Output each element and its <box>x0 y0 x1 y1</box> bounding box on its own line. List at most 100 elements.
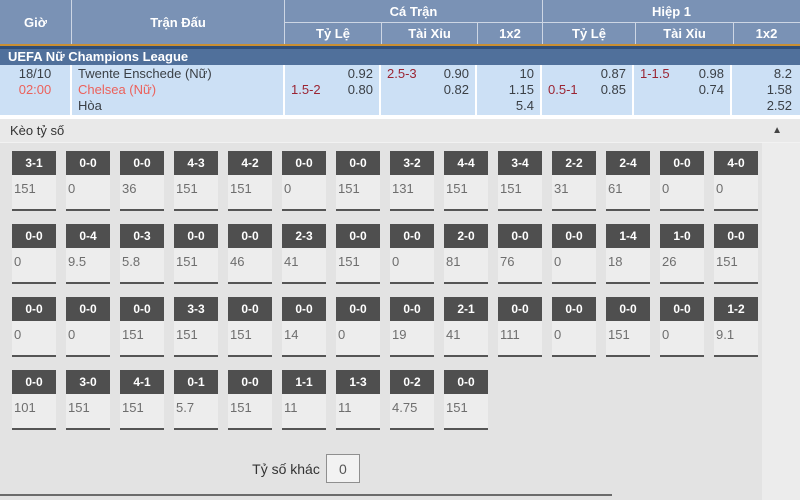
score-cell[interactable]: 3-2131 <box>390 151 434 211</box>
score-box[interactable]: 1-0 <box>660 224 704 248</box>
score-box[interactable]: 0-0 <box>12 370 56 394</box>
score-cell[interactable]: 0-076 <box>498 224 542 284</box>
score-box[interactable]: 0-0 <box>228 224 272 248</box>
score-box[interactable]: 2-2 <box>552 151 596 175</box>
score-box[interactable]: 0-0 <box>228 370 272 394</box>
score-cell[interactable]: 0-00 <box>552 297 596 357</box>
score-cell[interactable]: 4-3151 <box>174 151 218 211</box>
score-cell[interactable]: 4-00 <box>714 151 758 211</box>
score-cell[interactable]: 0-00 <box>12 224 56 284</box>
h1-handicap-home-odd[interactable]: 0.87 <box>601 66 626 82</box>
score-box[interactable]: 0-0 <box>120 151 164 175</box>
score-box[interactable]: 3-4 <box>498 151 542 175</box>
score-box[interactable]: 0-0 <box>66 297 110 321</box>
score-box[interactable]: 0-0 <box>228 297 272 321</box>
ft-1x2-home-odd[interactable]: 10 <box>520 66 534 82</box>
score-box[interactable]: 0-0 <box>660 297 704 321</box>
score-box[interactable]: 0-2 <box>390 370 434 394</box>
score-box[interactable]: 0-0 <box>66 151 110 175</box>
score-cell[interactable]: 2-141 <box>444 297 488 357</box>
score-cell[interactable]: 4-2151 <box>228 151 272 211</box>
score-box[interactable]: 0-0 <box>390 224 434 248</box>
score-box[interactable]: 0-3 <box>120 224 164 248</box>
score-cell[interactable]: 3-1151 <box>12 151 56 211</box>
score-cell[interactable]: 2-461 <box>606 151 650 211</box>
score-cell[interactable]: 0-0151 <box>228 370 272 430</box>
score-box[interactable]: 1-2 <box>714 297 758 321</box>
score-box[interactable]: 3-0 <box>66 370 110 394</box>
score-box[interactable]: 0-0 <box>336 224 380 248</box>
score-box[interactable]: 2-1 <box>444 297 488 321</box>
score-cell[interactable]: 3-0151 <box>66 370 110 430</box>
score-cell[interactable]: 4-1151 <box>120 370 164 430</box>
score-cell[interactable]: 0-0151 <box>228 297 272 357</box>
ft-handicap-home-odd[interactable]: 0.92 <box>348 66 373 82</box>
score-cell[interactable]: 0-019 <box>390 297 434 357</box>
score-box[interactable]: 0-0 <box>498 224 542 248</box>
score-cell[interactable]: 0-0151 <box>336 224 380 284</box>
score-box[interactable]: 0-0 <box>174 224 218 248</box>
score-cell[interactable]: 0-014 <box>282 297 326 357</box>
score-box[interactable]: 0-0 <box>336 151 380 175</box>
score-box[interactable]: 0-0 <box>552 224 596 248</box>
score-cell[interactable]: 0-0111 <box>498 297 542 357</box>
score-box[interactable]: 0-0 <box>12 224 56 248</box>
h1-under-odd[interactable]: 0.74 <box>699 82 724 98</box>
score-box[interactable]: 0-0 <box>282 297 326 321</box>
score-cell[interactable]: 2-231 <box>552 151 596 211</box>
score-box[interactable]: 4-3 <box>174 151 218 175</box>
score-cell[interactable]: 0-00 <box>552 224 596 284</box>
score-box[interactable]: 4-1 <box>120 370 164 394</box>
score-box[interactable]: 4-0 <box>714 151 758 175</box>
score-cell[interactable]: 0-24.75 <box>390 370 434 430</box>
score-box[interactable]: 4-4 <box>444 151 488 175</box>
score-cell[interactable]: 3-3151 <box>174 297 218 357</box>
score-cell[interactable]: 0-00 <box>282 151 326 211</box>
other-score-box[interactable]: 0 <box>326 454 360 483</box>
score-cell[interactable]: 2-341 <box>282 224 326 284</box>
score-cell[interactable]: 0-0151 <box>606 297 650 357</box>
score-box[interactable]: 0-0 <box>498 297 542 321</box>
score-cell[interactable]: 0-036 <box>120 151 164 211</box>
score-box[interactable]: 2-4 <box>606 151 650 175</box>
score-cell[interactable]: 1-026 <box>660 224 704 284</box>
score-cell[interactable]: 2-081 <box>444 224 488 284</box>
score-box[interactable]: 1-4 <box>606 224 650 248</box>
score-cell[interactable]: 0-15.7 <box>174 370 218 430</box>
score-cell[interactable]: 0-046 <box>228 224 272 284</box>
h1-handicap-away-odd[interactable]: 0.85 <box>601 82 626 98</box>
score-box[interactable]: 0-1 <box>174 370 218 394</box>
ft-1x2-away-odd[interactable]: 1.15 <box>509 82 534 98</box>
score-box[interactable]: 3-1 <box>12 151 56 175</box>
score-cell[interactable]: 0-00 <box>660 151 704 211</box>
score-cell[interactable]: 0-00 <box>336 297 380 357</box>
score-cell[interactable]: 0-35.8 <box>120 224 164 284</box>
score-box[interactable]: 0-0 <box>120 297 164 321</box>
score-box[interactable]: 0-0 <box>606 297 650 321</box>
score-box[interactable]: 4-2 <box>228 151 272 175</box>
score-box[interactable]: 0-0 <box>282 151 326 175</box>
score-cell[interactable]: 1-418 <box>606 224 650 284</box>
score-box[interactable]: 2-0 <box>444 224 488 248</box>
score-box[interactable]: 0-0 <box>336 297 380 321</box>
score-box[interactable]: 0-4 <box>66 224 110 248</box>
h1-1x2-draw-odd[interactable]: 2.52 <box>767 98 792 114</box>
score-cell[interactable]: 3-4151 <box>498 151 542 211</box>
score-cell[interactable]: 0-00 <box>660 297 704 357</box>
collapse-triangle-icon[interactable]: ▲ <box>772 125 782 136</box>
score-cell[interactable]: 0-00 <box>66 151 110 211</box>
score-box[interactable]: 1-3 <box>336 370 380 394</box>
score-cell[interactable]: 1-29.1 <box>714 297 758 357</box>
score-cell[interactable]: 0-00 <box>390 224 434 284</box>
h1-1x2-away-odd[interactable]: 1.58 <box>767 82 792 98</box>
score-cell[interactable]: 4-4151 <box>444 151 488 211</box>
score-cell[interactable]: 0-49.5 <box>66 224 110 284</box>
score-cell[interactable]: 0-0151 <box>444 370 488 430</box>
score-cell[interactable]: 0-0101 <box>12 370 56 430</box>
score-cell[interactable]: 1-111 <box>282 370 326 430</box>
score-cell[interactable]: 0-00 <box>66 297 110 357</box>
ft-under-odd[interactable]: 0.82 <box>444 82 469 98</box>
score-box[interactable]: 0-0 <box>660 151 704 175</box>
score-box[interactable]: 3-2 <box>390 151 434 175</box>
score-cell[interactable]: 1-311 <box>336 370 380 430</box>
